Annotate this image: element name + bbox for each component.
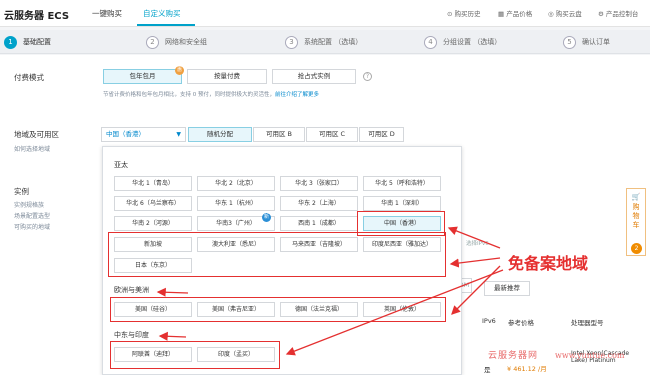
region-selected-value: 中国（香港） — [106, 130, 145, 138]
region-option[interactable]: 华北 6（乌兰察布） — [114, 196, 192, 211]
ipv6-value: 是 — [484, 366, 491, 374]
history-icon: ⊙ — [447, 10, 453, 18]
instance-label: 实例 — [14, 187, 29, 196]
billing-payg-button[interactable]: 按量付费 — [187, 69, 267, 84]
price-icon: ▦ — [498, 10, 505, 18]
highlight-asia-extra — [108, 232, 446, 277]
price-value: ¥ 461.12 /月 — [507, 365, 547, 373]
step-network[interactable]: 2 网络和安全组 — [146, 35, 207, 49]
scenario-link[interactable]: 场景配置选型 — [14, 211, 50, 220]
region-label: 地域及可用区 — [14, 130, 59, 139]
region-option[interactable]: 华东 1（杭州） — [197, 196, 275, 211]
zone-c-button[interactable]: 可用区 C — [306, 127, 358, 142]
highlight-euro — [110, 297, 446, 322]
annotation-callout: 免备案地域 — [508, 254, 589, 273]
region-option[interactable]: 华南 2（河源） — [114, 216, 192, 231]
highlight-middle-east — [110, 341, 280, 369]
zone-random-button[interactable]: 随机分配 — [188, 127, 252, 142]
price-link[interactable]: ▦ 产品价格 — [498, 8, 532, 18]
watermark-url: www.yuntue.com — [555, 351, 625, 360]
col-processor: 处理器型号 — [571, 319, 604, 327]
group-euro: 欧洲与美洲 — [114, 286, 149, 294]
billing-label: 付费模式 — [14, 73, 44, 82]
col-ipv6: IPv6 — [482, 317, 496, 325]
zone-b-button[interactable]: 可用区 B — [253, 127, 305, 142]
console-icon: ⚙ — [598, 10, 604, 18]
learn-more-link[interactable]: 前往介绍了解更多 — [275, 92, 319, 98]
region-option[interactable]: 华北 5（呼和浩特） — [363, 176, 441, 191]
billing-note: 节省计费价格和包年包月相比，支持 0 预付，同时提供极大的灵活性，前往介绍了解更… — [103, 92, 320, 98]
steps-bar: 1 基础配置 2 网络和安全组 3 系统配置 （选填） 4 分组设置 （选填） 5 确认订… — [0, 30, 650, 54]
step-group[interactable]: 4 分组设置 （选填） — [424, 35, 501, 49]
step-system[interactable]: 3 系统配置 （选填） — [285, 35, 362, 49]
disk-link[interactable]: ◎ 购买云盘 — [548, 8, 582, 18]
step-confirm[interactable]: 5 确认订单 — [563, 35, 610, 49]
zone-d-button[interactable]: 可用区 D — [359, 127, 404, 142]
tab-one-click[interactable]: 一键购买 — [92, 8, 122, 19]
watermark: 云服务器网 — [488, 351, 539, 361]
app-title: 云服务器 ECS — [4, 11, 70, 22]
region-option[interactable]: 西南 1（成都） — [280, 216, 358, 231]
new-badge: 新 — [262, 213, 271, 222]
discount-badge: 惠 — [175, 66, 184, 75]
group-asia: 亚太 — [114, 161, 128, 169]
cart-label: 购物车 — [632, 203, 640, 229]
tab-custom[interactable]: 自定义购买 — [143, 8, 181, 19]
disk-icon: ◎ — [548, 10, 554, 18]
console-link[interactable]: ⚙ 产品控制台 — [598, 8, 638, 18]
cart-count: 2 — [631, 243, 642, 254]
region-option[interactable]: 华南 1（深圳） — [363, 196, 441, 211]
cart-icon: 🛒 — [631, 193, 641, 201]
group-middle-east: 中东与印度 — [114, 331, 149, 339]
region-option[interactable]: 华东 2（上海） — [280, 196, 358, 211]
billing-subscription-button[interactable]: 包年包月 — [103, 69, 182, 84]
step-basic[interactable]: 1 基础配置 — [4, 35, 51, 49]
help-icon[interactable]: ? — [363, 72, 372, 81]
latest-recommend-tab[interactable]: 最新推荐 — [484, 281, 530, 296]
col-price: 参考价格 — [508, 319, 534, 327]
cart-button[interactable]: 🛒 购物车 2 — [626, 188, 646, 256]
instance-family-link[interactable]: 实例规格族 — [14, 200, 44, 209]
available-region-link[interactable]: 可购买的地域 — [14, 222, 50, 231]
region-help-link[interactable]: 如何选择地域 — [14, 144, 50, 153]
region-select[interactable]: 中国（香港） ▼ — [101, 127, 186, 142]
region-option[interactable]: 华北 1（青岛） — [114, 176, 192, 191]
chevron-down-icon: ▼ — [176, 131, 181, 138]
region-option[interactable]: 华北 3（张家口） — [280, 176, 358, 191]
ipv6-filter[interactable]: 选择IPv6 — [466, 239, 489, 247]
active-tab-indicator — [137, 24, 195, 26]
billing-spot-button[interactable]: 抢占式实例 — [272, 69, 356, 84]
history-link[interactable]: ⊙ 购买历史 — [447, 8, 481, 18]
top-bar: 云服务器 ECS 一键购买 自定义购买 ⊙ 购买历史 ▦ 产品价格 ◎ 购买云盘… — [0, 0, 650, 27]
region-option[interactable]: 华北 2（北京） — [197, 176, 275, 191]
